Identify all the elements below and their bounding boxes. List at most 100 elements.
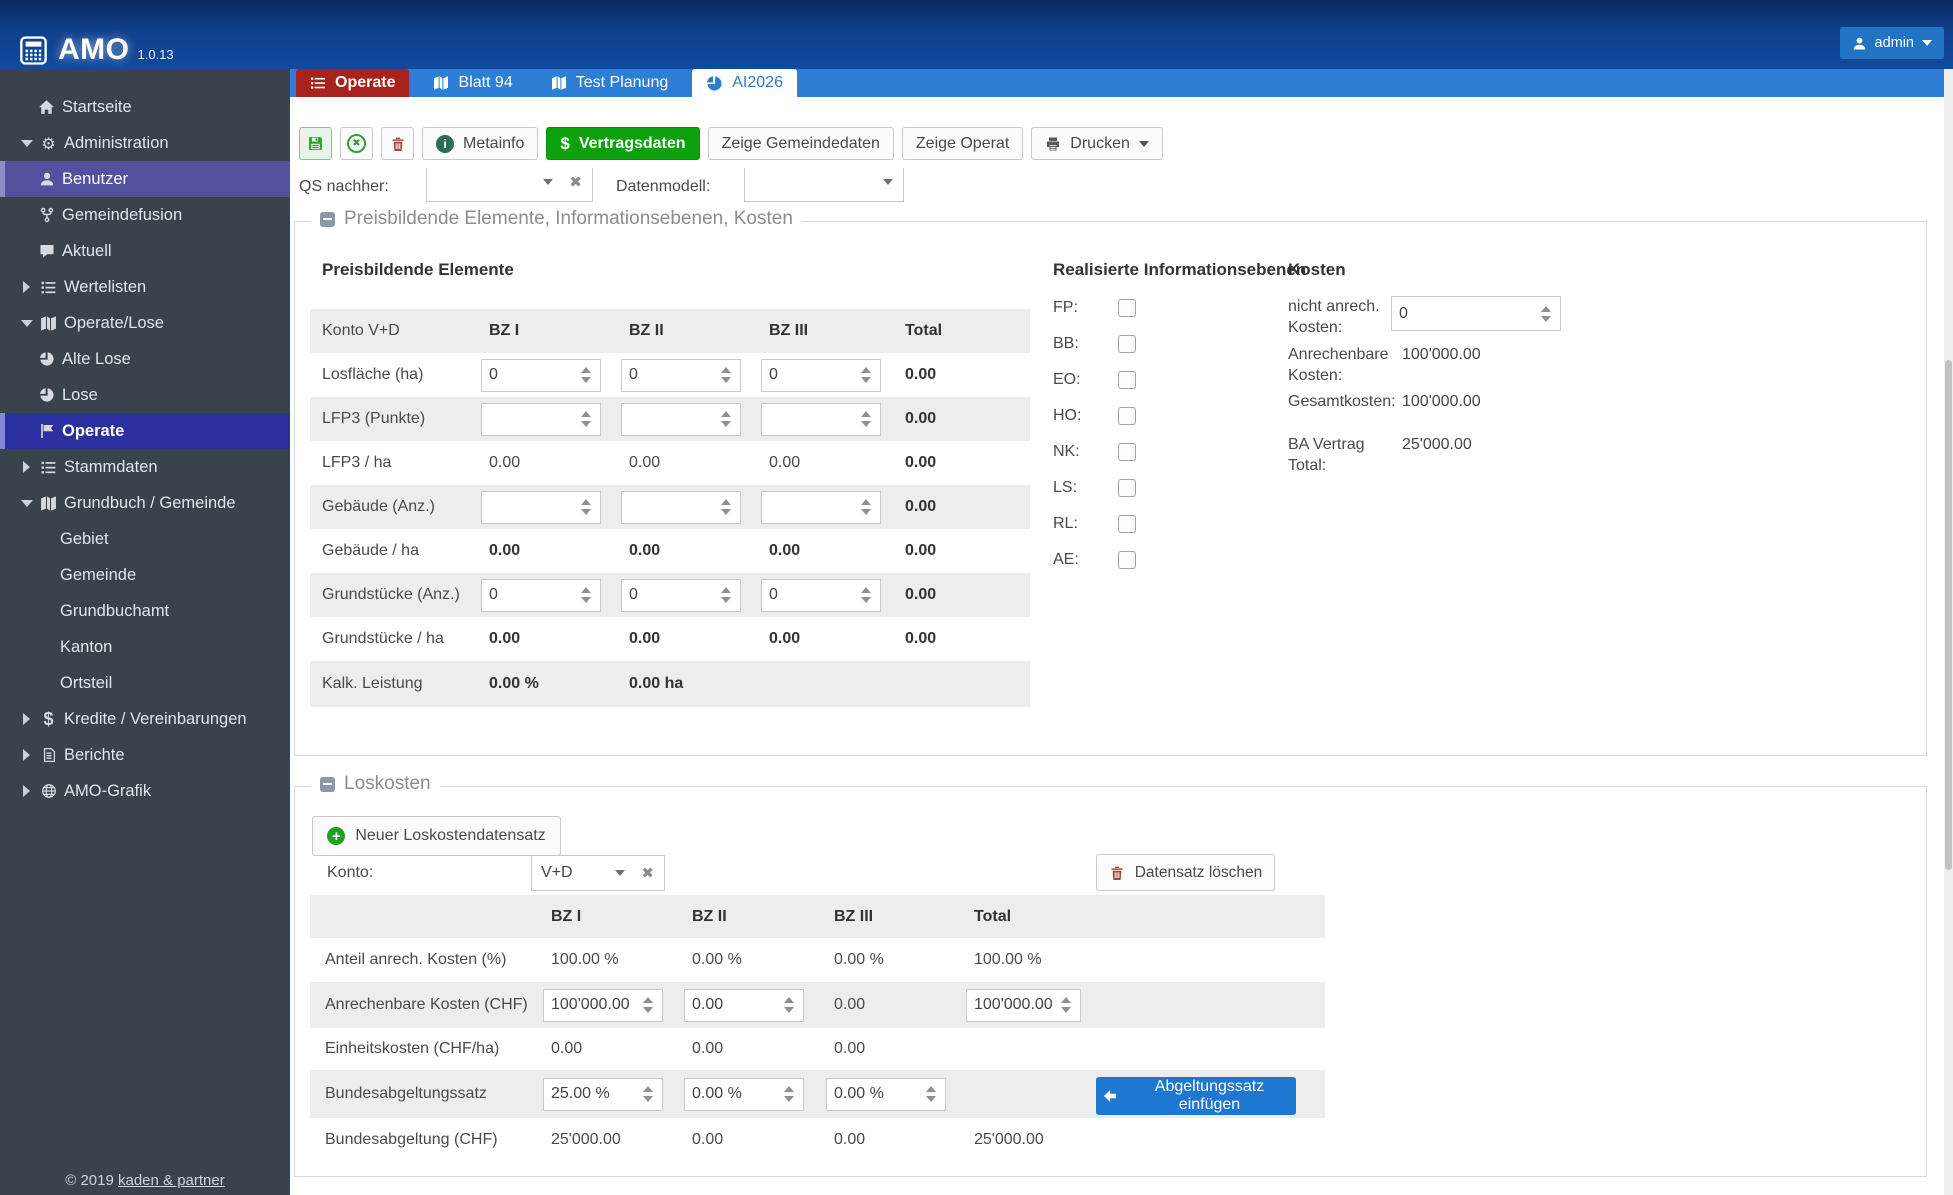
metainfo-button[interactable]: i Metainfo xyxy=(422,127,539,160)
loskosten-table: BZ I BZ II BZ III Total Anteil anrech. K… xyxy=(310,895,1325,1162)
neuer-loskostendatensatz-button[interactable]: + Neuer Loskostendatensatz xyxy=(312,816,561,856)
tab-operate[interactable]: Operate xyxy=(296,69,410,97)
gebaeude-bz1-input[interactable] xyxy=(481,490,601,524)
lfp3-bz2-input[interactable] xyxy=(621,402,741,436)
gebaeude-bz3-input[interactable] xyxy=(761,490,881,524)
sidebar-item-gebiet[interactable]: Gebiet xyxy=(0,521,290,557)
drucken-button[interactable]: Drucken xyxy=(1031,127,1163,160)
grundstuecke-bz3-input[interactable] xyxy=(761,578,881,612)
sidebar-item-operate[interactable]: Operate xyxy=(0,413,290,449)
nk-checkbox[interactable] xyxy=(1118,443,1136,461)
clear-icon[interactable]: ✖ xyxy=(625,864,664,882)
map-icon xyxy=(39,494,58,512)
stepper-arrows[interactable] xyxy=(721,367,731,383)
sidebar-item-gemeindefusion[interactable]: Gemeindefusion xyxy=(0,197,290,233)
stepper-arrows[interactable] xyxy=(643,997,653,1013)
lfp3-bz1-input[interactable] xyxy=(481,402,601,436)
bundesabgeltungssatz-bz3-input[interactable] xyxy=(826,1077,946,1111)
datenmodell-select[interactable] xyxy=(744,162,904,202)
stepper-arrows[interactable] xyxy=(861,499,871,515)
tab-blatt-94[interactable]: Blatt 94 xyxy=(419,69,526,97)
anrechenbare-kosten-bz2-input[interactable] xyxy=(684,988,804,1022)
globe-icon xyxy=(39,782,58,800)
losflaeche-bz2-input[interactable] xyxy=(621,358,741,392)
stepper-arrows[interactable] xyxy=(721,411,731,427)
sidebar-item-gemeinde[interactable]: Gemeinde xyxy=(0,557,290,593)
zeige-gemeindedaten-button[interactable]: Zeige Gemeindedaten xyxy=(707,127,894,160)
stepper-arrows[interactable] xyxy=(784,1086,794,1102)
sidebar-item-kredite-vereinbarungen[interactable]: $ Kredite / Vereinbarungen xyxy=(0,701,290,737)
stepper-arrows[interactable] xyxy=(581,499,591,515)
vertragsdaten-button[interactable]: $ Vertragsdaten xyxy=(546,127,700,160)
collapse-icon[interactable] xyxy=(320,776,335,792)
konto-select[interactable]: V+D ✖ xyxy=(531,855,665,891)
ho-checkbox[interactable] xyxy=(1118,407,1136,425)
lfp3-bz3-input[interactable] xyxy=(761,402,881,436)
gebaeude-bz2-input[interactable] xyxy=(621,490,741,524)
stepper-arrows[interactable] xyxy=(861,367,871,383)
zeige-operat-button[interactable]: Zeige Operat xyxy=(901,127,1024,160)
datensatz-loeschen-button[interactable]: Datensatz löschen xyxy=(1096,854,1275,891)
ae-checkbox[interactable] xyxy=(1118,551,1136,569)
losflaeche-bz3-input[interactable] xyxy=(761,358,881,392)
sidebar-item-amo-grafik[interactable]: AMO-Grafik xyxy=(0,773,290,809)
sidebar-item-aktuell[interactable]: Aktuell xyxy=(0,233,290,269)
stepper-arrows[interactable] xyxy=(861,587,871,603)
stepper-arrows[interactable] xyxy=(784,997,794,1013)
sidebar-item-grundbuchamt[interactable]: Grundbuchamt xyxy=(0,593,290,629)
sidebar-item-alte-lose[interactable]: Alte Lose xyxy=(0,341,290,377)
sidebar-item-kanton[interactable]: Kanton xyxy=(0,629,290,665)
scrollbar-thumb[interactable] xyxy=(1945,360,1952,870)
sidebar-item-lose[interactable]: Lose xyxy=(0,377,290,413)
sidebar-item-grundbuch-gemeinde[interactable]: Grundbuch / Gemeinde xyxy=(0,485,290,521)
sidebar-item-berichte[interactable]: Berichte xyxy=(0,737,290,773)
stepper-arrows[interactable] xyxy=(581,411,591,427)
user-menu-button[interactable]: admin xyxy=(1839,27,1944,59)
stepper-arrows[interactable] xyxy=(581,367,591,383)
save-button[interactable] xyxy=(299,127,332,160)
sidebar-item-stammdaten[interactable]: Stammdaten xyxy=(0,449,290,485)
bb-checkbox[interactable] xyxy=(1118,335,1136,353)
bundesabgeltungssatz-bz1-input[interactable] xyxy=(543,1077,663,1111)
cancel-button[interactable]: ✖ xyxy=(340,127,373,160)
stepper-arrows[interactable] xyxy=(1061,997,1071,1013)
sidebar-item-operate-lose[interactable]: Operate/Lose xyxy=(0,305,290,341)
collapse-icon[interactable] xyxy=(320,211,335,227)
list-item: BB: xyxy=(1053,326,1136,362)
rl-checkbox[interactable] xyxy=(1118,515,1136,533)
sidebar-item-wertelisten[interactable]: Wertelisten xyxy=(0,269,290,305)
stepper-arrows[interactable] xyxy=(581,587,591,603)
sidebar-item-benutzer[interactable]: Benutzer xyxy=(0,161,290,197)
stepper-arrows[interactable] xyxy=(643,1086,653,1102)
tab-ai2026[interactable]: AI2026 xyxy=(692,69,797,97)
nicht-anrech-kosten-input[interactable] xyxy=(1391,296,1561,331)
grundstuecke-bz2-input[interactable] xyxy=(621,578,741,612)
stepper-arrows[interactable] xyxy=(861,411,871,427)
bundesabgeltungssatz-bz2-input[interactable] xyxy=(684,1077,804,1111)
delete-button[interactable] xyxy=(381,127,414,160)
anrechenbare-kosten-bz1-input[interactable] xyxy=(543,988,663,1022)
chevron-down-icon xyxy=(615,870,626,876)
vertical-scrollbar[interactable] xyxy=(1944,69,1953,1195)
anrechenbare-kosten-total-input[interactable] xyxy=(966,988,1081,1022)
clear-icon[interactable]: ✖ xyxy=(553,173,592,191)
grundstuecke-bz1-input[interactable] xyxy=(481,578,601,612)
losflaeche-bz1-input[interactable] xyxy=(481,358,601,392)
fp-checkbox[interactable] xyxy=(1118,299,1136,317)
stepper-arrows[interactable] xyxy=(721,499,731,515)
chevron-down-icon xyxy=(1138,140,1149,147)
sidebar-item-ortsteil[interactable]: Ortsteil xyxy=(0,665,290,701)
stepper-arrows[interactable] xyxy=(1541,305,1551,322)
tab-test-planung[interactable]: Test Planung xyxy=(537,69,683,97)
ls-checkbox[interactable] xyxy=(1118,479,1136,497)
chevron-down-icon xyxy=(1922,40,1932,46)
stepper-arrows[interactable] xyxy=(721,587,731,603)
abgeltungssatz-einfuegen-button[interactable]: Abgeltungssatz einfügen xyxy=(1096,1077,1296,1115)
eo-checkbox[interactable] xyxy=(1118,371,1136,389)
kaden-partner-link[interactable]: kaden & partner xyxy=(118,1172,225,1189)
stepper-arrows[interactable] xyxy=(926,1086,936,1102)
circle-x-icon: ✖ xyxy=(347,134,366,153)
sidebar-item-startseite[interactable]: Startseite xyxy=(0,89,290,125)
qs-nachher-select[interactable]: ✖ xyxy=(426,162,593,202)
sidebar-item-administration[interactable]: ⚙ Administration xyxy=(0,125,290,161)
